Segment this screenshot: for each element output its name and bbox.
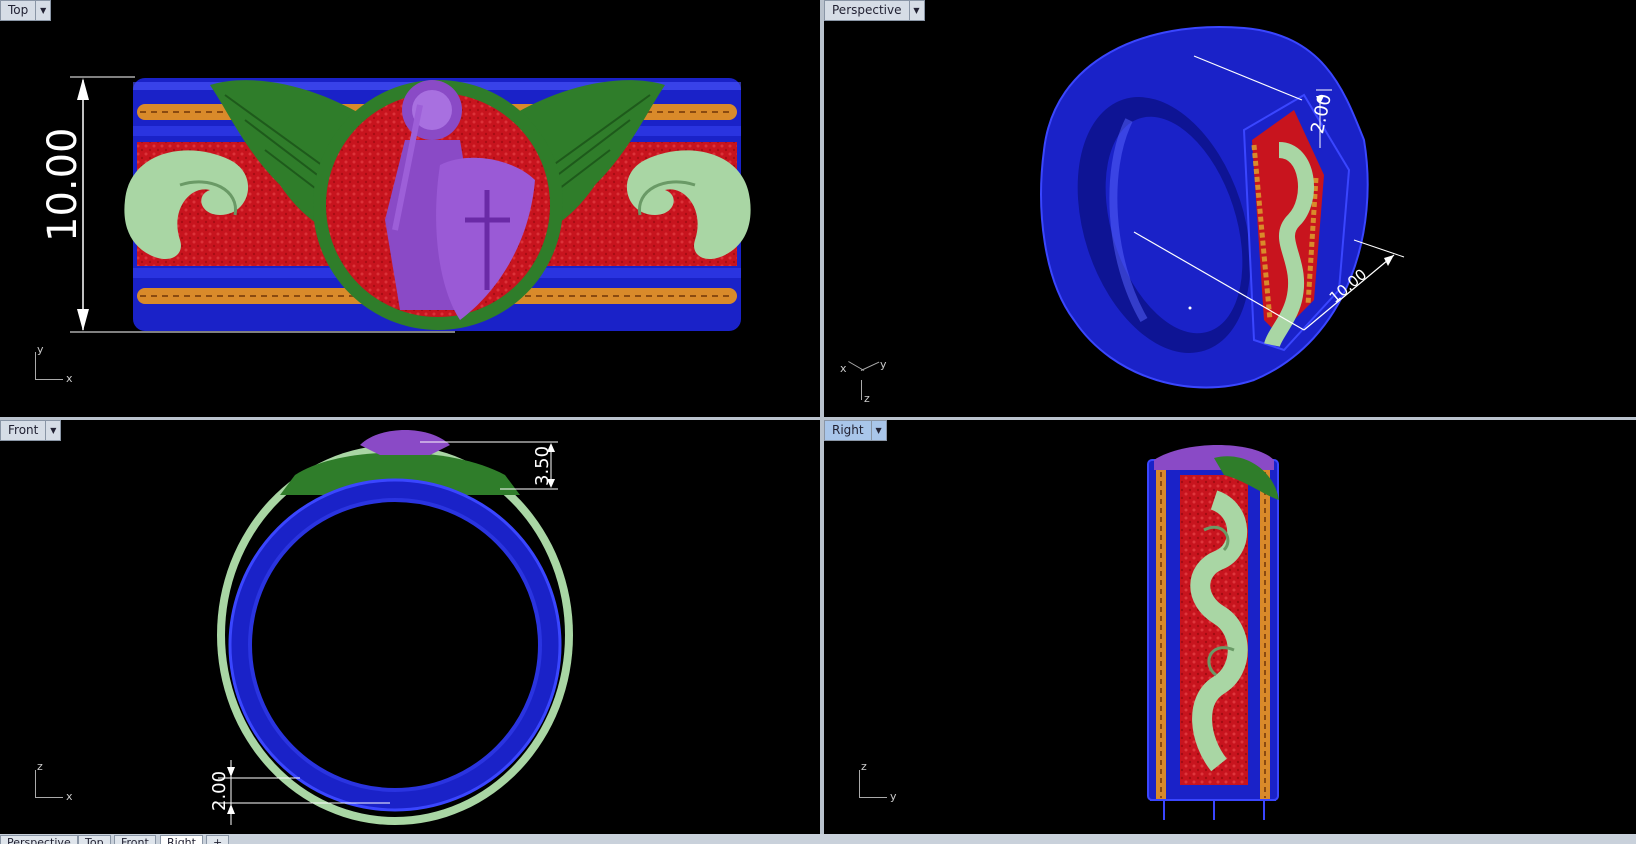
chevron-down-icon[interactable]: ▼ bbox=[45, 421, 60, 440]
axis-z-label: z bbox=[37, 760, 43, 773]
axis-x-line bbox=[35, 797, 63, 798]
viewport-label-front[interactable]: Front ▼ bbox=[0, 420, 62, 441]
axis-y-line bbox=[35, 352, 36, 380]
viewport-title: Front bbox=[8, 423, 39, 437]
axis-x-line bbox=[35, 379, 63, 380]
axis-y-label: y bbox=[880, 358, 887, 371]
viewport-top[interactable]: Top ▼ 10.00 y x bbox=[0, 0, 820, 417]
axis-x-label: x bbox=[66, 790, 73, 803]
viewport-label-top[interactable]: Top ▼ bbox=[0, 0, 52, 21]
front-view-scene bbox=[217, 430, 573, 825]
top-view-scene bbox=[70, 76, 751, 333]
tab-front[interactable]: Front bbox=[114, 835, 156, 844]
chevron-down-icon[interactable]: ▼ bbox=[870, 421, 886, 440]
tab-right[interactable]: Right bbox=[160, 835, 203, 844]
axis-y-label: y bbox=[37, 343, 44, 356]
tab-perspective[interactable]: Perspective bbox=[0, 835, 78, 844]
tab-top[interactable]: Top bbox=[78, 835, 111, 844]
dimension-3-50: 3.50 bbox=[532, 445, 553, 486]
viewport-title: Perspective bbox=[832, 3, 902, 17]
dimension-10: 10.00 bbox=[40, 127, 86, 242]
viewport-right[interactable]: Right ▼ z y bbox=[824, 420, 1636, 834]
axis-z-label: z bbox=[864, 392, 870, 405]
chevron-down-icon[interactable]: ▼ bbox=[35, 1, 50, 20]
viewport-perspective[interactable]: Perspective ▼ 2.00 10.00 x y z bbox=[824, 0, 1636, 417]
viewport-title: Right bbox=[832, 423, 864, 437]
axis-x-label: x bbox=[66, 372, 73, 385]
add-tab-button[interactable]: + bbox=[206, 835, 230, 844]
axis-z-line bbox=[859, 770, 860, 798]
viewport-label-perspective[interactable]: Perspective ▼ bbox=[824, 0, 925, 21]
perspective-view-scene bbox=[1040, 26, 1405, 389]
right-view-scene bbox=[1147, 445, 1279, 820]
viewport-label-right[interactable]: Right ▼ bbox=[824, 420, 887, 441]
chevron-down-icon[interactable]: ▼ bbox=[908, 1, 924, 20]
dimension-2: 2.00 bbox=[209, 770, 230, 811]
axis-z-line bbox=[861, 380, 862, 400]
viewport-tab-bar: Perspective Top Front Right + bbox=[0, 834, 1636, 844]
axis-y-label: y bbox=[890, 790, 897, 803]
axis-z-label: z bbox=[861, 760, 867, 773]
axis-z-line bbox=[35, 770, 36, 798]
viewport-front[interactable]: Front ▼ 3.50 2.00 z x bbox=[0, 420, 820, 834]
viewport-title: Top bbox=[8, 3, 29, 17]
axis-y-line bbox=[859, 797, 887, 798]
axis-x-label: x bbox=[840, 362, 847, 375]
